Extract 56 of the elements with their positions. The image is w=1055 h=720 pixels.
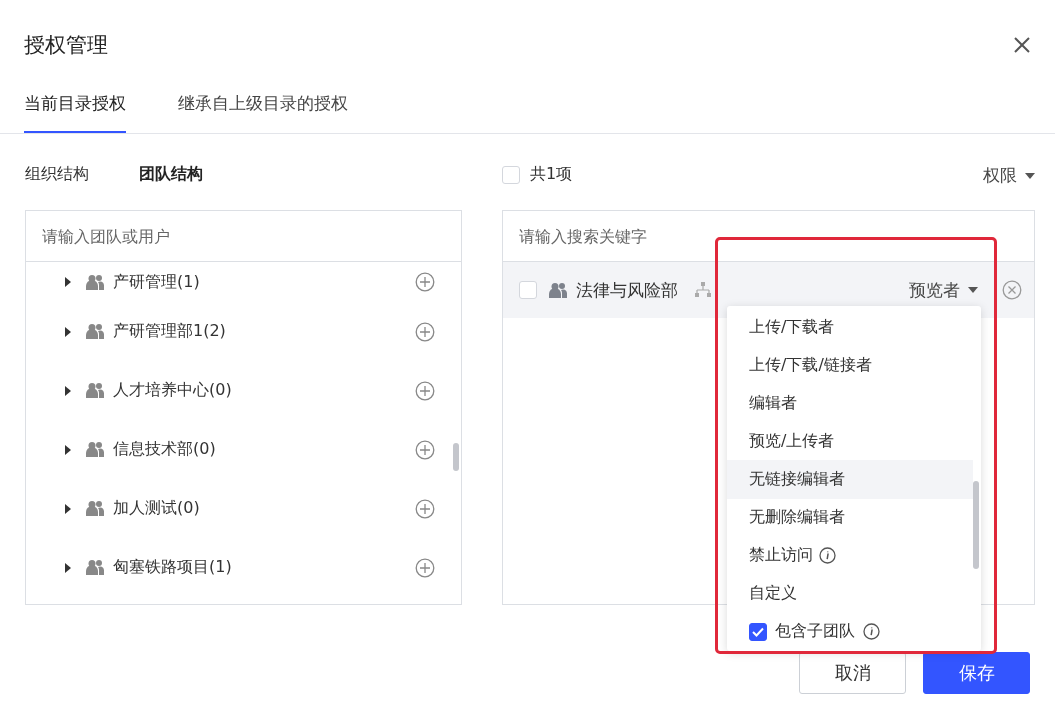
caret-icon[interactable] — [64, 326, 72, 337]
role-option[interactable]: 上传/下载者 — [727, 308, 973, 347]
caret-icon — [1025, 172, 1035, 179]
tab[interactable]: 当前目录授权 — [24, 92, 126, 133]
team-icon — [86, 273, 104, 291]
team-name[interactable]: 信息技术部(0) — [113, 439, 415, 460]
team-icon — [549, 281, 567, 299]
structure-tab[interactable]: 团队结构 — [139, 164, 203, 185]
add-icon[interactable] — [415, 272, 435, 292]
scrollbar[interactable] — [973, 481, 979, 569]
add-icon[interactable] — [415, 498, 435, 519]
role-option[interactable]: 预览/上传者 — [727, 422, 973, 461]
add-icon[interactable] — [415, 557, 435, 578]
permission-filter[interactable]: 权限 — [983, 164, 1035, 187]
caret-icon[interactable] — [64, 444, 72, 455]
team-icon — [86, 441, 104, 458]
structure-tab[interactable]: 组织结构 — [25, 164, 89, 185]
item-count: 共1项 — [530, 164, 573, 185]
team-name[interactable]: 人才培养中心(0) — [113, 380, 415, 401]
role-option[interactable]: 上传/下载/链接者 — [727, 346, 973, 385]
member-checkbox[interactable] — [519, 281, 537, 299]
team-name[interactable]: 加人测试(0) — [113, 498, 415, 519]
role-option[interactable]: 无删除编辑者 — [727, 498, 973, 537]
save-button[interactable]: 保存 — [923, 652, 1030, 694]
hierarchy-icon — [694, 282, 712, 298]
team-icon — [86, 382, 104, 399]
role-option[interactable]: 无链接编辑者 — [727, 460, 973, 499]
role-option[interactable]: 编辑者 — [727, 384, 973, 423]
add-icon[interactable] — [415, 321, 435, 342]
add-icon[interactable] — [415, 439, 435, 460]
scrollbar[interactable] — [453, 443, 459, 471]
include-subteams-label: 包含子团队 — [775, 621, 855, 643]
info-icon — [863, 623, 880, 641]
team-name[interactable]: 匈塞铁路项目(1) — [113, 557, 415, 578]
team-name[interactable]: 产研管理(1) — [113, 271, 415, 293]
caret-icon[interactable] — [64, 277, 72, 287]
include-subteams-checkbox[interactable] — [749, 622, 767, 641]
caret-icon[interactable] — [64, 385, 72, 396]
role-dropdown[interactable]: 预览者 — [909, 278, 978, 302]
tab[interactable]: 继承自上级目录的授权 — [178, 92, 348, 133]
team-name[interactable]: 产研管理部1(2) — [113, 321, 415, 342]
member-name: 法律与风险部 — [576, 278, 678, 302]
team-icon — [86, 323, 104, 340]
select-all-checkbox[interactable] — [502, 165, 520, 184]
add-icon[interactable] — [415, 380, 435, 401]
team-icon — [86, 559, 104, 576]
remove-icon[interactable] — [1002, 280, 1022, 300]
caret-icon[interactable] — [64, 503, 72, 514]
cancel-button[interactable]: 取消 — [799, 652, 906, 694]
caret-icon — [968, 287, 978, 293]
role-option[interactable]: 禁止访问 — [727, 536, 973, 575]
info-icon — [819, 547, 836, 565]
role-option[interactable]: 自定义 — [727, 574, 973, 613]
dialog-title: 授权管理 — [24, 32, 108, 59]
caret-icon[interactable] — [64, 562, 72, 573]
team-icon — [86, 500, 104, 517]
